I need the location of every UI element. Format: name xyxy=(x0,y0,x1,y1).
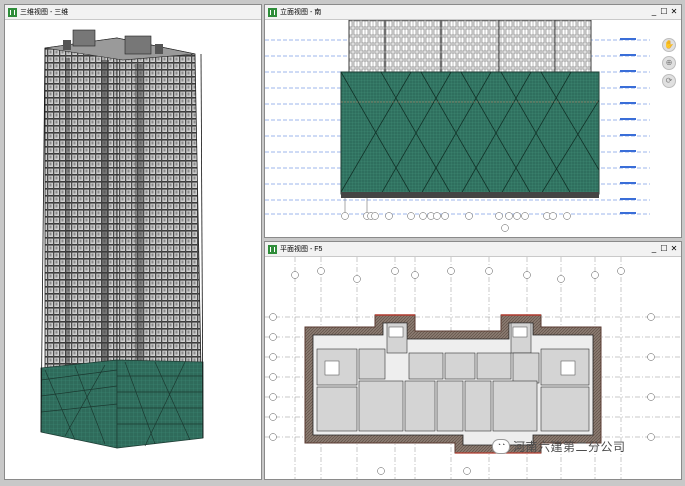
zoom-icon[interactable]: ⊕ xyxy=(662,56,676,70)
building-3d-model xyxy=(40,29,204,449)
app-logo-icon xyxy=(268,7,277,17)
pane-titlebar[interactable]: 三维视图 - 三维 xyxy=(5,5,261,20)
minimize-button[interactable]: _ xyxy=(649,242,659,256)
window-controls: _ ☐ ✕ xyxy=(649,242,679,256)
minimize-button[interactable]: _ xyxy=(649,5,659,19)
3d-viewport[interactable] xyxy=(5,20,261,479)
window-controls: _ ☐ ✕ xyxy=(649,5,679,19)
pane-titlebar[interactable]: 平面视图 - F5 _ ☐ ✕ xyxy=(265,242,681,257)
restore-button[interactable]: ☐ xyxy=(659,5,669,19)
pane-title: 立面视图 - 南 xyxy=(280,9,322,16)
watermark-text: 河南六建第二分公司 xyxy=(513,440,626,454)
close-button[interactable]: ✕ xyxy=(669,242,679,256)
pane-3d-view[interactable]: 三维视图 - 三维 xyxy=(4,4,262,480)
pane-elevation-view[interactable]: 立面视图 - 南 _ ☐ ✕ ✋ ⊕ ⟳ xyxy=(264,4,682,238)
pane-title: 三维视图 - 三维 xyxy=(20,9,69,16)
wechat-icon: ◔◔ xyxy=(492,439,510,454)
close-button[interactable]: ✕ xyxy=(669,5,679,19)
restore-button[interactable]: ☐ xyxy=(659,242,669,256)
app-logo-icon xyxy=(8,7,17,17)
pan-icon[interactable]: ✋ xyxy=(662,38,676,52)
navigation-bar: ✋ ⊕ ⟳ xyxy=(661,38,677,92)
app-logo-icon xyxy=(268,244,277,254)
watermark: ◔◔ 河南六建第二分公司 xyxy=(492,438,626,455)
elevation-viewport[interactable]: ✋ ⊕ ⟳ xyxy=(265,20,681,237)
pane-title: 平面视图 - F5 xyxy=(280,246,323,253)
pane-titlebar[interactable]: 立面视图 - 南 _ ☐ ✕ xyxy=(265,5,681,20)
orbit-icon[interactable]: ⟳ xyxy=(662,74,676,88)
elevation-drawing xyxy=(265,20,650,232)
